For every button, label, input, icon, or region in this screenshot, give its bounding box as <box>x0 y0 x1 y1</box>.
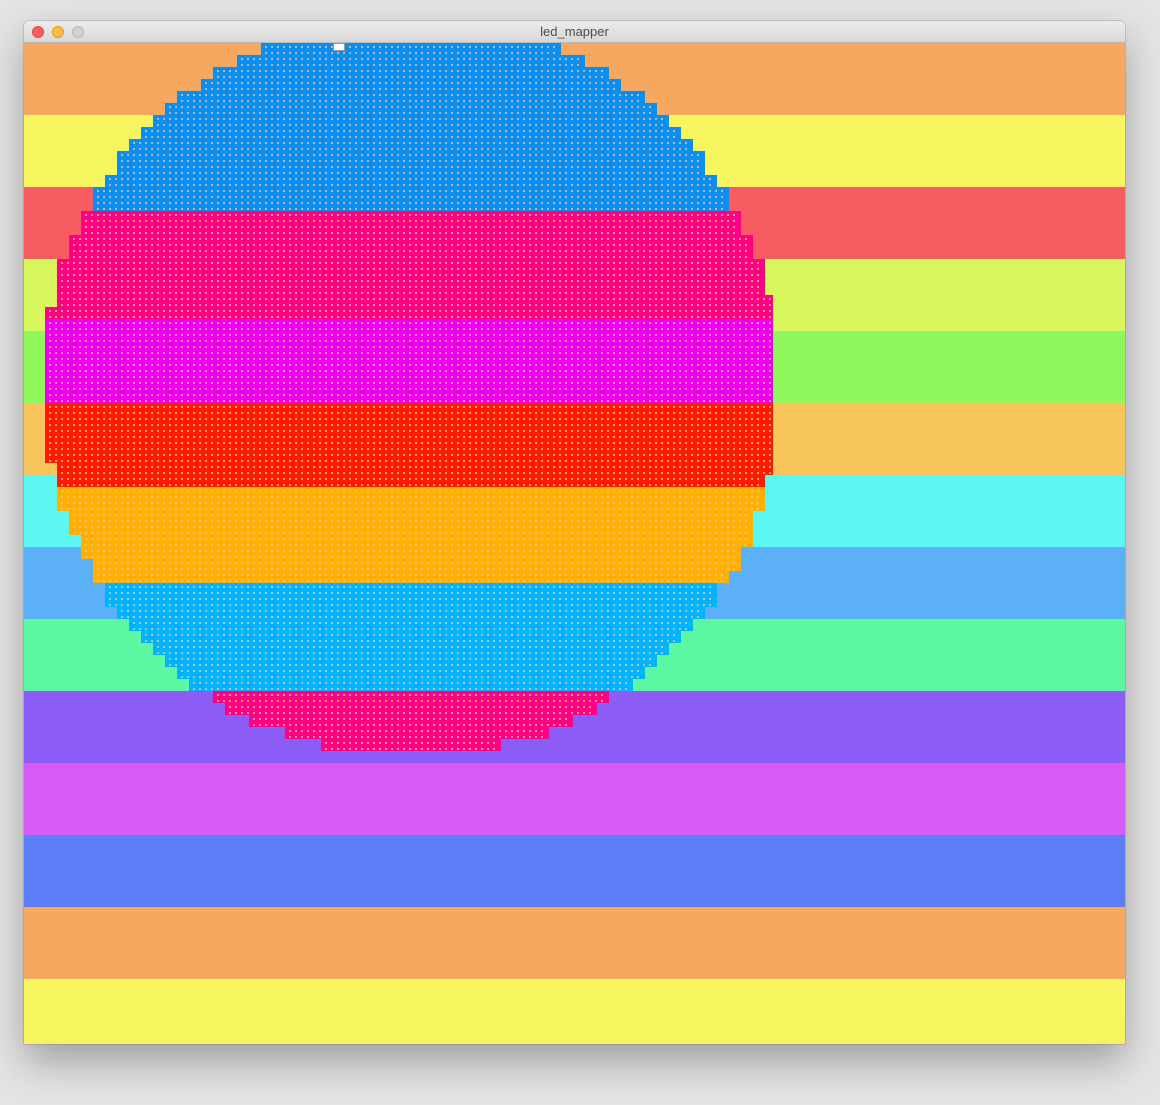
title-bar[interactable]: led_mapper <box>24 21 1125 43</box>
led-canvas[interactable] <box>24 43 1125 1044</box>
app-window: led_mapper <box>24 21 1125 1044</box>
selection-handle-icon[interactable] <box>333 43 345 51</box>
window-title: led_mapper <box>540 24 609 39</box>
led-matrix[interactable] <box>24 43 1125 1044</box>
